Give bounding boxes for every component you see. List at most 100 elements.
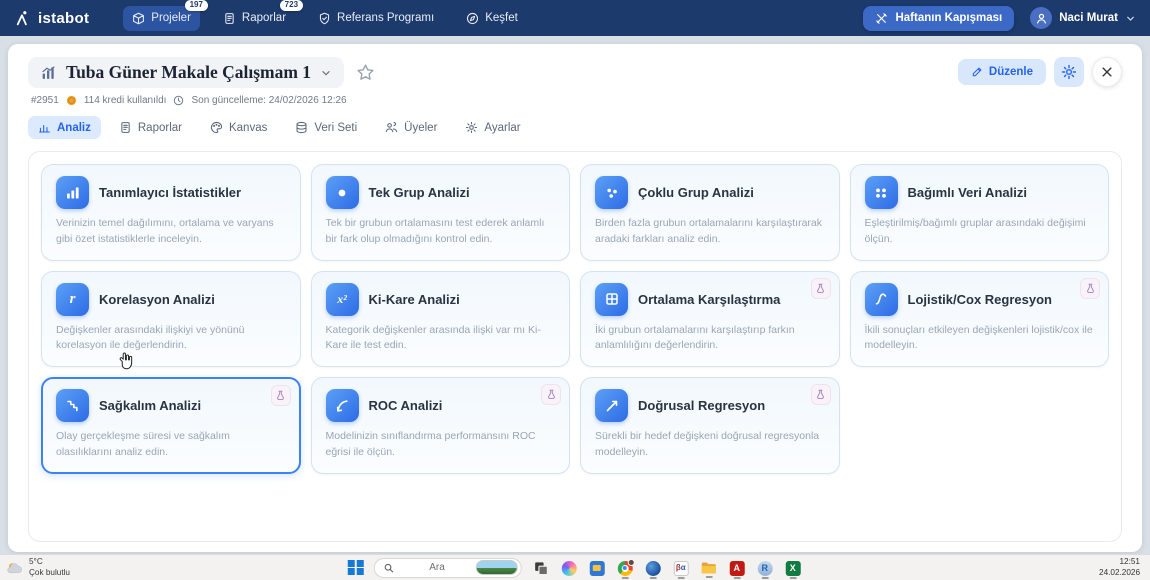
project-title: Tuba Güner Makale Çalışmam 1 bbox=[66, 62, 311, 83]
user-menu[interactable]: Naci Murat bbox=[1030, 7, 1136, 29]
running-indicator bbox=[621, 577, 628, 579]
running-indicator bbox=[733, 577, 740, 579]
search-highlight-image bbox=[475, 560, 517, 575]
km-curve-icon bbox=[56, 389, 89, 422]
istabot-logo-icon bbox=[14, 10, 31, 27]
topbar-right: Haftanın Kapışması Naci Murat bbox=[863, 6, 1136, 31]
campaign-button-label: Haftanın Kapışması bbox=[895, 12, 1002, 24]
copilot-icon bbox=[561, 561, 576, 576]
chevron-down-icon bbox=[320, 67, 332, 79]
project-chart-icon bbox=[40, 64, 57, 81]
analysis-card-çoklu-grup-analizi[interactable]: Çoklu Grup Analizi Birden fazla grubun o… bbox=[580, 164, 840, 261]
analysis-card-lojistik-cox-regresyon[interactable]: Lojistik/Cox Regresyon İkili sonuçları e… bbox=[850, 271, 1110, 368]
nav-item-label: Referans Programı bbox=[337, 12, 434, 24]
analysis-card-bağımlı-veri-analizi[interactable]: Bağımlı Veri Analizi Eşleştirilmiş/bağım… bbox=[850, 164, 1110, 261]
store-taskbar-button[interactable] bbox=[587, 557, 606, 579]
card-description: Değişkenler arasındaki ilişkiyi ve yönün… bbox=[56, 323, 286, 355]
favorite-star-icon[interactable] bbox=[354, 61, 377, 84]
analysis-card-tek-grup-analizi[interactable]: Tek Grup Analizi Tek bir grubun ortalama… bbox=[311, 164, 571, 261]
running-indicator bbox=[565, 577, 572, 579]
tab-raporlar[interactable]: Raporlar bbox=[109, 116, 192, 139]
flask-icon bbox=[1085, 283, 1096, 294]
acrobat-taskbar-button[interactable]: A bbox=[727, 557, 746, 579]
gear-icon bbox=[465, 121, 478, 134]
close-icon bbox=[1101, 66, 1113, 78]
project-header: Tuba Güner Makale Çalışmam 1 #2951 114 k… bbox=[8, 44, 1142, 106]
running-indicator bbox=[761, 577, 768, 579]
nav-item-referans-program-[interactable]: Referans Programı bbox=[309, 6, 443, 31]
excel-taskbar-button[interactable]: X bbox=[783, 557, 802, 579]
copilot-taskbar-button[interactable] bbox=[559, 557, 578, 579]
trend-arrow-icon bbox=[595, 389, 628, 422]
windows-taskbar: 5°C Çok bulutlu Ara βα A R X 12:51 24.02… bbox=[0, 554, 1150, 580]
sigmoid-icon bbox=[865, 283, 898, 316]
taskbar-clock[interactable]: 12:51 24.02.2026 bbox=[1099, 557, 1144, 578]
running-indicator bbox=[593, 577, 600, 579]
project-panel: Tuba Güner Makale Çalışmam 1 #2951 114 k… bbox=[8, 44, 1142, 552]
project-title-dropdown[interactable]: Tuba Güner Makale Çalışmam 1 bbox=[28, 57, 344, 88]
start-button[interactable] bbox=[348, 560, 364, 576]
nav-item-projeler[interactable]: Projeler197 bbox=[123, 6, 200, 31]
histogram-icon bbox=[56, 176, 89, 209]
analysis-card-roc-analizi[interactable]: ROC Analizi Modelinizin sınıflandırma pe… bbox=[311, 377, 571, 474]
analysis-cards-grid: Tanımlayıcı İstatistikler Verinizin teme… bbox=[41, 164, 1109, 474]
running-indicator bbox=[649, 577, 656, 579]
analysis-card-sağkalım-analizi[interactable]: Sağkalım Analizi Olay gerçekleşme süresi… bbox=[41, 377, 301, 474]
flask-icon bbox=[275, 390, 286, 401]
weather-icon bbox=[6, 561, 24, 575]
chi-square-icon: x² bbox=[326, 283, 359, 316]
edit-button[interactable]: Düzenle bbox=[958, 59, 1046, 85]
r-project-taskbar-button[interactable]: R bbox=[755, 557, 774, 579]
analysis-card-ortalama-karşılaştırma[interactable]: Ortalama Karşılaştırma İki grubun ortala… bbox=[580, 271, 840, 368]
card-title: Ortalama Karşılaştırma bbox=[638, 292, 780, 307]
task-view-taskbar-button[interactable] bbox=[531, 557, 550, 579]
card-description: Eşleştirilmiş/bağımlı gruplar arasındaki… bbox=[865, 216, 1095, 248]
analysis-card-korelasyon-analizi[interactable]: r Korelasyon Analizi Değişkenler arasınd… bbox=[41, 271, 301, 368]
tab-ayarlar[interactable]: Ayarlar bbox=[455, 116, 530, 139]
running-indicator bbox=[537, 577, 544, 579]
tab-analiz[interactable]: Analiz bbox=[28, 116, 101, 139]
chrome-icon bbox=[617, 561, 632, 576]
settings-button[interactable] bbox=[1054, 57, 1084, 87]
card-title: Çoklu Grup Analizi bbox=[638, 185, 754, 200]
beta-flask-badge bbox=[541, 384, 561, 405]
tab-kanvas[interactable]: Kanvas bbox=[200, 116, 277, 139]
palette-icon bbox=[210, 121, 223, 134]
chart-icon bbox=[38, 121, 51, 134]
analysis-card-ki-kare-analizi[interactable]: x² Ki-Kare Analizi Kategorik değişkenler… bbox=[311, 271, 571, 368]
database-icon bbox=[295, 121, 308, 134]
card-title: Tek Grup Analizi bbox=[369, 185, 470, 200]
nav-item-label: Projeler bbox=[151, 12, 191, 24]
running-indicator bbox=[677, 577, 684, 579]
istabot-logo[interactable]: istabot bbox=[14, 10, 89, 27]
search-box[interactable]: Ara bbox=[373, 558, 521, 578]
nav-item-raporlar[interactable]: Raporlar723 bbox=[214, 6, 295, 31]
clock-date: 24.02.2026 bbox=[1099, 568, 1140, 579]
close-button[interactable] bbox=[1092, 57, 1122, 87]
r-letter-icon: r bbox=[56, 283, 89, 316]
explore-icon bbox=[466, 12, 479, 25]
nav-item-ke-fet[interactable]: Keşfet bbox=[457, 6, 527, 31]
analysis-card-doğrusal-regresyon[interactable]: Doğrusal Regresyon Sürekli bir hedef değ… bbox=[580, 377, 840, 474]
card-title: Ki-Kare Analizi bbox=[369, 292, 460, 307]
tab--yeler[interactable]: Üyeler bbox=[375, 116, 447, 139]
taskbar-apps: βα A R X bbox=[531, 557, 802, 579]
chrome-taskbar-button[interactable] bbox=[615, 557, 634, 579]
stats-app-taskbar-button[interactable]: βα bbox=[671, 557, 690, 579]
campaign-button[interactable]: Haftanın Kapışması bbox=[863, 6, 1014, 31]
credit-coin-icon bbox=[66, 95, 77, 106]
nav-item-label: Keşfet bbox=[485, 12, 518, 24]
credits-used: 114 kredi kullanıldı bbox=[84, 95, 167, 106]
topbar: istabot Projeler197 Raporlar723 Referans… bbox=[0, 0, 1150, 36]
beta-flask-badge bbox=[271, 385, 291, 406]
tab-label: Kanvas bbox=[229, 122, 267, 134]
blue-app-taskbar-button[interactable] bbox=[643, 557, 662, 579]
referral-icon bbox=[318, 12, 331, 25]
card-title: ROC Analizi bbox=[369, 398, 443, 413]
file-explorer-taskbar-button[interactable] bbox=[699, 557, 718, 578]
card-description: Tek bir grubun ortalamasını test ederek … bbox=[326, 216, 556, 248]
tab-veri-seti[interactable]: Veri Seti bbox=[285, 116, 367, 139]
running-indicator bbox=[705, 576, 712, 578]
weather-widget[interactable]: 5°C Çok bulutlu bbox=[6, 557, 70, 578]
analysis-card-tanımlayıcı-i-statistikler[interactable]: Tanımlayıcı İstatistikler Verinizin teme… bbox=[41, 164, 301, 261]
